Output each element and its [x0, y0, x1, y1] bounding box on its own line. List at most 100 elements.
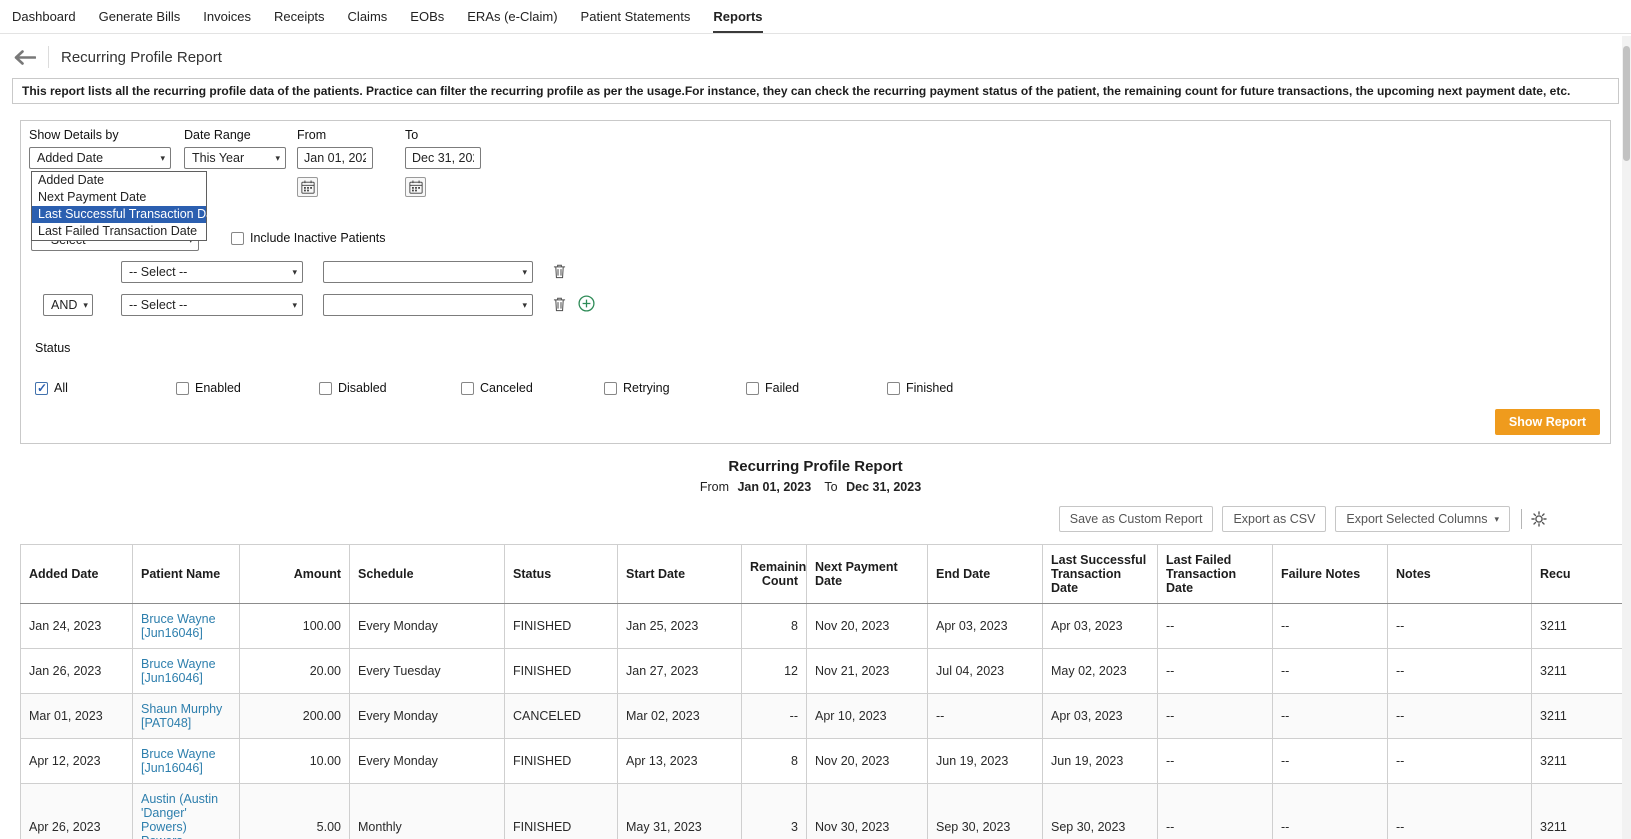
- show-details-by-value: Added Date: [37, 151, 103, 165]
- scrollbar-thumb[interactable]: [1623, 46, 1630, 161]
- patient-link[interactable]: Shaun Murphy [PAT048]: [141, 702, 222, 730]
- status-checkbox-label: Enabled: [195, 381, 241, 395]
- chevron-down-icon: ▾: [1494, 514, 1499, 525]
- table-cell: Jun 19, 2023: [928, 739, 1043, 784]
- export-selected-columns-button[interactable]: Export Selected Columns ▾: [1335, 506, 1510, 532]
- filter-field-select-1[interactable]: -- Select -- ▾: [121, 261, 303, 283]
- table-cell: May 31, 2023: [618, 784, 742, 839]
- column-header-recu: Recu: [1532, 545, 1631, 604]
- filter-field-value: -- Select --: [129, 298, 187, 312]
- table-cell: --: [1273, 739, 1388, 784]
- nav-item-dashboard[interactable]: Dashboard: [12, 9, 76, 33]
- dropdown-option-last-failed-transaction-date[interactable]: Last Failed Transaction Date: [32, 223, 206, 240]
- vertical-scrollbar[interactable]: [1622, 36, 1631, 839]
- table-row: Jan 26, 2023Bruce Wayne [Jun16046]20.00E…: [21, 649, 1631, 694]
- nav-item-invoices[interactable]: Invoices: [203, 9, 251, 33]
- table-cell: Apr 12, 2023: [21, 739, 133, 784]
- nav-item-reports[interactable]: Reports: [713, 9, 762, 33]
- status-checkbox-label: All: [54, 381, 68, 395]
- filter-value-select-2[interactable]: ▾: [323, 294, 533, 316]
- table-cell: Apr 03, 2023: [928, 604, 1043, 649]
- nav-item-eras-e-claim[interactable]: ERAs (e-Claim): [467, 9, 557, 33]
- dropdown-option-added-date[interactable]: Added Date: [32, 172, 206, 189]
- show-details-by-select[interactable]: Added Date ▾: [29, 147, 171, 169]
- column-header-next-payment-date: Next Payment Date: [807, 545, 928, 604]
- to-calendar-button[interactable]: [405, 177, 426, 197]
- status-checkbox-canceled[interactable]: Canceled: [461, 381, 533, 395]
- column-settings-gear-button[interactable]: [1531, 511, 1547, 527]
- table-cell: 12: [742, 649, 807, 694]
- patient-name-cell: Bruce Wayne [Jun16046]: [133, 649, 240, 694]
- table-cell: May 02, 2023: [1043, 649, 1158, 694]
- show-report-button[interactable]: Show Report: [1495, 409, 1600, 435]
- date-range-label: Date Range: [184, 128, 251, 142]
- column-header-last-failed-transaction-date: Last Failed Transaction Date: [1158, 545, 1273, 604]
- date-range-select[interactable]: This Year ▾: [184, 147, 286, 169]
- page-title: Recurring Profile Report: [61, 49, 222, 66]
- range-from-value: Jan 01, 2023: [737, 480, 811, 494]
- save-custom-report-button[interactable]: Save as Custom Report: [1059, 506, 1214, 532]
- checkbox-box: [604, 382, 617, 395]
- report-title: Recurring Profile Report: [0, 458, 1631, 475]
- back-button[interactable]: [14, 50, 36, 65]
- divider: [1521, 509, 1522, 529]
- nav-item-receipts[interactable]: Receipts: [274, 9, 325, 33]
- patient-name-cell: Shaun Murphy [PAT048]: [133, 694, 240, 739]
- column-header-status: Status: [505, 545, 618, 604]
- status-checkbox-failed[interactable]: Failed: [746, 381, 799, 395]
- status-checkbox-finished[interactable]: Finished: [887, 381, 953, 395]
- nav-item-generate-bills[interactable]: Generate Bills: [99, 9, 181, 33]
- filter-field-select-2[interactable]: -- Select -- ▾: [121, 294, 303, 316]
- patient-link[interactable]: Bruce Wayne [Jun16046]: [141, 612, 216, 640]
- table-cell: Sep 30, 2023: [928, 784, 1043, 839]
- range-to-value: Dec 31, 2023: [846, 480, 921, 494]
- export-toolbar: Save as Custom Report Export as CSV Expo…: [0, 506, 1547, 532]
- table-cell: --: [1158, 739, 1273, 784]
- include-inactive-patients-checkbox[interactable]: Include Inactive Patients: [231, 231, 386, 245]
- show-details-by-label: Show Details by: [29, 128, 119, 142]
- from-date-input[interactable]: [297, 147, 373, 169]
- filter-operator-select[interactable]: AND ▾: [43, 294, 93, 316]
- report-description: This report lists all the recurring prof…: [12, 78, 1619, 104]
- report-date-range: From Jan 01, 2023 To Dec 31, 2023: [0, 480, 1631, 494]
- chevron-down-icon: ▾: [292, 300, 297, 311]
- chevron-down-icon: ▾: [522, 267, 527, 278]
- delete-filter-row-2-button[interactable]: [553, 297, 566, 312]
- chevron-down-icon: ▾: [292, 267, 297, 278]
- dropdown-option-next-payment-date[interactable]: Next Payment Date: [32, 189, 206, 206]
- top-nav: Dashboard Generate Bills Invoices Receipts C…: [0, 0, 1631, 34]
- chevron-down-icon: ▾: [522, 300, 527, 311]
- filter-value-select-1[interactable]: ▾: [323, 261, 533, 283]
- delete-filter-row-1-button[interactable]: [553, 264, 566, 279]
- table-cell: 8: [742, 604, 807, 649]
- table-cell: 3: [742, 784, 807, 839]
- to-date-input[interactable]: [405, 147, 481, 169]
- chevron-down-icon: ▾: [275, 153, 280, 164]
- to-label: To: [405, 128, 418, 142]
- nav-item-patient-statements[interactable]: Patient Statements: [581, 9, 691, 33]
- table-cell: Mar 01, 2023: [21, 694, 133, 739]
- table-cell: Jan 26, 2023: [21, 649, 133, 694]
- back-arrow-icon: [14, 50, 36, 65]
- add-filter-row-button[interactable]: [578, 295, 595, 312]
- nav-item-eobs[interactable]: EOBs: [410, 9, 444, 33]
- status-checkbox-disabled[interactable]: Disabled: [319, 381, 387, 395]
- table-cell: Monthly: [350, 784, 505, 839]
- range-to-label: To: [824, 480, 837, 494]
- patient-link[interactable]: Bruce Wayne [Jun16046]: [141, 657, 216, 685]
- table-cell: Every Monday: [350, 604, 505, 649]
- status-checkbox-retrying[interactable]: Retrying: [604, 381, 670, 395]
- patient-link[interactable]: Austin (Austin 'Danger' Powers) Powers […: [141, 792, 218, 839]
- nav-item-claims[interactable]: Claims: [348, 9, 388, 33]
- status-checkbox-enabled[interactable]: Enabled: [176, 381, 241, 395]
- calendar-icon: [409, 180, 423, 194]
- export-csv-button[interactable]: Export as CSV: [1222, 506, 1326, 532]
- dropdown-option-last-successful-transaction-date[interactable]: Last Successful Transaction Date: [32, 206, 206, 223]
- table-cell: Nov 30, 2023: [807, 784, 928, 839]
- status-checkbox-all[interactable]: All: [35, 381, 68, 395]
- patient-link[interactable]: Bruce Wayne [Jun16046]: [141, 747, 216, 775]
- table-cell: --: [1273, 784, 1388, 839]
- table-cell: 3211: [1532, 649, 1631, 694]
- from-calendar-button[interactable]: [297, 177, 318, 197]
- filter-panel: Show Details by Added Date ▾ Date Range …: [20, 120, 1611, 444]
